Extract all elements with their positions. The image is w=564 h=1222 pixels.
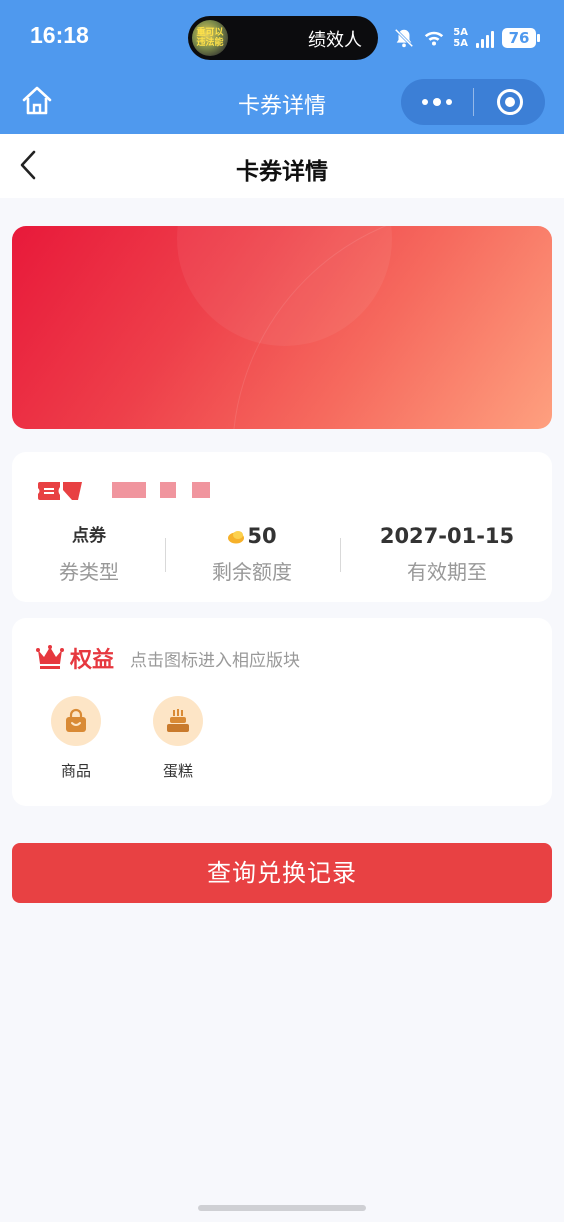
- stat-card-type: 点券 券类型: [34, 522, 144, 585]
- wifi-icon: [425, 31, 444, 46]
- masked-card-name: [160, 482, 176, 498]
- bell-off-icon: [395, 28, 414, 48]
- query-exchange-records-button[interactable]: 查询兑换记录: [12, 843, 552, 903]
- benefit-item-goods[interactable]: 商品: [46, 696, 106, 781]
- card-banner: [12, 226, 552, 429]
- more-dots-icon[interactable]: [401, 79, 473, 125]
- stat-value: 点券: [72, 526, 106, 546]
- stat-remaining-balance: 50 剩余额度: [192, 522, 312, 585]
- stat-divider: [165, 538, 166, 572]
- network-label: 5A 5A: [453, 26, 468, 49]
- cake-icon: [167, 709, 189, 732]
- status-icons: 5A 5A 76: [393, 24, 540, 52]
- stat-expiry-date: 2027-01-15 有效期至: [372, 522, 522, 585]
- island-thumbnail: 重可以 违法能: [192, 20, 228, 56]
- home-indicator[interactable]: [198, 1205, 366, 1211]
- page-header: 卡券详情: [0, 134, 564, 198]
- status-bar: 16:18 重可以 违法能 绩效人 5A 5A 76: [0, 0, 564, 72]
- battery-indicator: 76: [502, 28, 540, 48]
- network-bottom-label: 5A: [453, 37, 468, 49]
- close-mini-program-button[interactable]: [474, 79, 545, 125]
- target-icon: [496, 89, 523, 115]
- benefit-label: 商品: [60, 762, 91, 780]
- capsule-menu: [401, 79, 545, 125]
- stat-label: 有效期至: [407, 560, 487, 584]
- stat-value: 2027-01-15: [379, 524, 515, 548]
- mini-program-nav: 卡券详情: [0, 72, 564, 134]
- island-text: 绩效人: [308, 30, 362, 51]
- masked-card-name: [192, 482, 210, 498]
- stat-divider: [340, 538, 341, 572]
- masked-card-name: [112, 482, 146, 498]
- stat-label: 剩余额度: [212, 560, 292, 584]
- benefit-icon-circle: [153, 696, 203, 746]
- island-thumb-text: 重可以 违法能: [196, 28, 224, 48]
- crown-icon: [36, 645, 64, 669]
- benefits-title: 权益: [70, 648, 115, 673]
- card-stats: 点券 券类型 50 剩余额度 2027-01-15 有效期至: [12, 522, 552, 592]
- stat-value-row: 50: [192, 522, 312, 550]
- dynamic-island[interactable]: 重可以 违法能 绩效人: [188, 16, 378, 60]
- benefit-item-cake[interactable]: 蛋糕: [148, 696, 208, 781]
- stat-value: 50: [247, 524, 277, 548]
- signal-icon: [476, 28, 494, 48]
- page-title: 卡券详情: [236, 159, 328, 185]
- shopping-bag-icon: [66, 708, 86, 732]
- benefits-panel: 权益 点击图标进入相应版块 商品 蛋糕: [12, 618, 552, 806]
- benefits-hint: 点击图标进入相应版块: [130, 651, 300, 671]
- benefit-label: 蛋糕: [162, 762, 193, 780]
- card-info-panel: 点券 券类型 50 剩余额度 2027-01-15 有效期至: [12, 452, 552, 602]
- coin-icon: [228, 531, 245, 544]
- network-top-label: 5A: [453, 26, 468, 38]
- ticket-icon: [38, 482, 82, 500]
- benefit-icon-circle: [51, 696, 101, 746]
- status-time: 16:18: [30, 22, 89, 48]
- stat-label: 券类型: [59, 560, 119, 584]
